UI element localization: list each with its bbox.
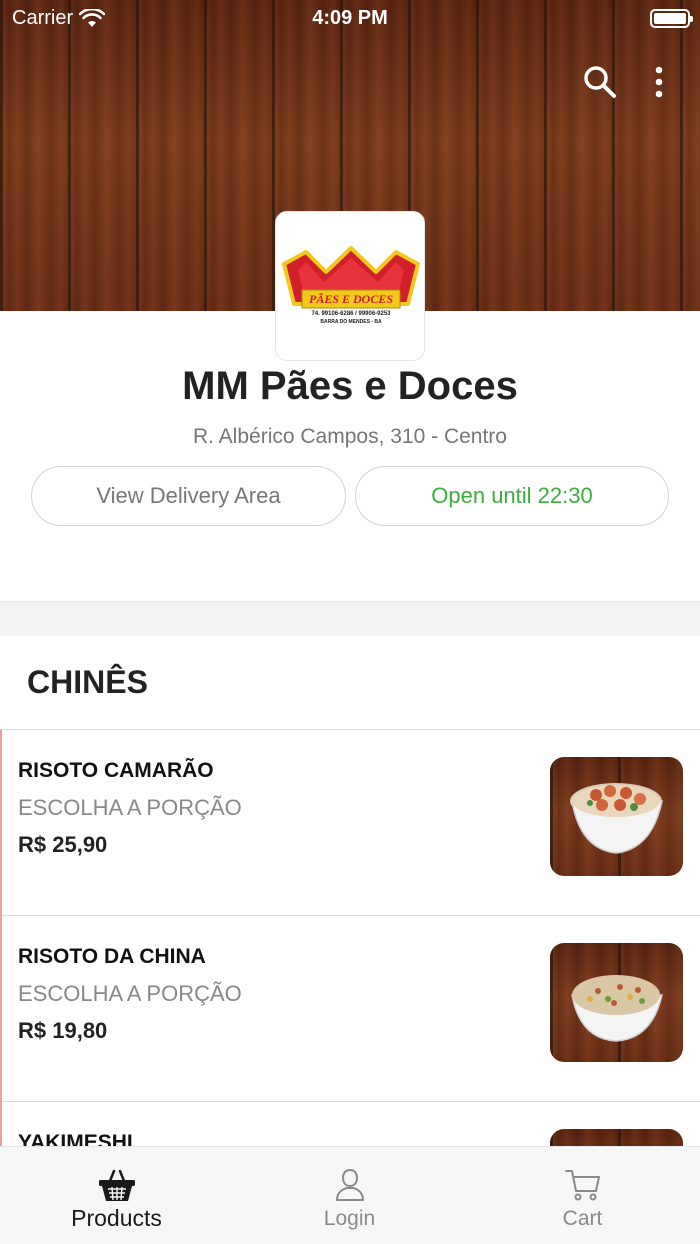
product-price: R$ 19,80 (18, 1018, 108, 1043)
product-description: ESCOLHA A PORÇÃO (18, 981, 242, 1006)
user-icon (336, 1168, 364, 1201)
tab-label: Products (71, 1205, 162, 1231)
logo-brand-text: PÃES E DOCES (309, 292, 393, 306)
search-button[interactable] (582, 64, 618, 100)
logo-phones: 74. 99106-6286 / 99906-9253 (311, 311, 391, 317)
tab-label: Cart (562, 1207, 603, 1230)
product-item[interactable]: YAKIMESHI (2, 1102, 700, 1146)
view-delivery-area-button[interactable]: View Delivery Area (31, 466, 346, 526)
section-separator (0, 601, 700, 636)
store-logo: PÃES E DOCES 74. 99106-6286 / 99906-9253… (275, 211, 425, 361)
product-image (550, 1129, 683, 1146)
product-name: RISOTO CAMARÃO (18, 759, 214, 782)
tab-cart[interactable]: Cart (466, 1147, 699, 1244)
product-image (550, 943, 683, 1062)
tab-products[interactable]: Products (0, 1147, 233, 1244)
store-name: MM Pães e Doces (182, 364, 518, 408)
cart-icon (565, 1170, 600, 1201)
product-name: YAKIMESHI (18, 1131, 133, 1146)
basket-icon (99, 1169, 135, 1201)
product-list: RISOTO CAMARÃO ESCOLHA A PORÇÃO R$ 25,90… (0, 730, 700, 1146)
tab-label: Login (323, 1207, 376, 1230)
more-vertical-icon (655, 66, 663, 98)
open-hours-button[interactable]: Open until 22:30 (355, 466, 669, 526)
product-description: ESCOLHA A PORÇÃO (18, 795, 242, 820)
search-icon (584, 66, 616, 98)
product-item[interactable]: RISOTO DA CHINA ESCOLHA A PORÇÃO R$ 19,8… (2, 916, 700, 1102)
bottom-tab-bar: Products Login Cart (0, 1146, 700, 1244)
status-time: 4:09 PM (312, 7, 388, 29)
status-bar: Carrier 4:09 PM (0, 0, 700, 40)
tab-login[interactable]: Login (233, 1147, 466, 1244)
product-image (550, 757, 683, 876)
more-options-button[interactable] (646, 64, 672, 100)
store-address: R. Albérico Campos, 310 - Centro (193, 425, 507, 448)
product-price: R$ 25,90 (18, 832, 108, 857)
product-item[interactable]: RISOTO CAMARÃO ESCOLHA A PORÇÃO R$ 25,90 (2, 730, 700, 916)
logo-city: BARRA DO MENDES - BA (320, 319, 382, 325)
product-name: RISOTO DA CHINA (18, 945, 206, 968)
battery-icon (650, 9, 693, 28)
category-title: CHINÊS (27, 664, 148, 700)
